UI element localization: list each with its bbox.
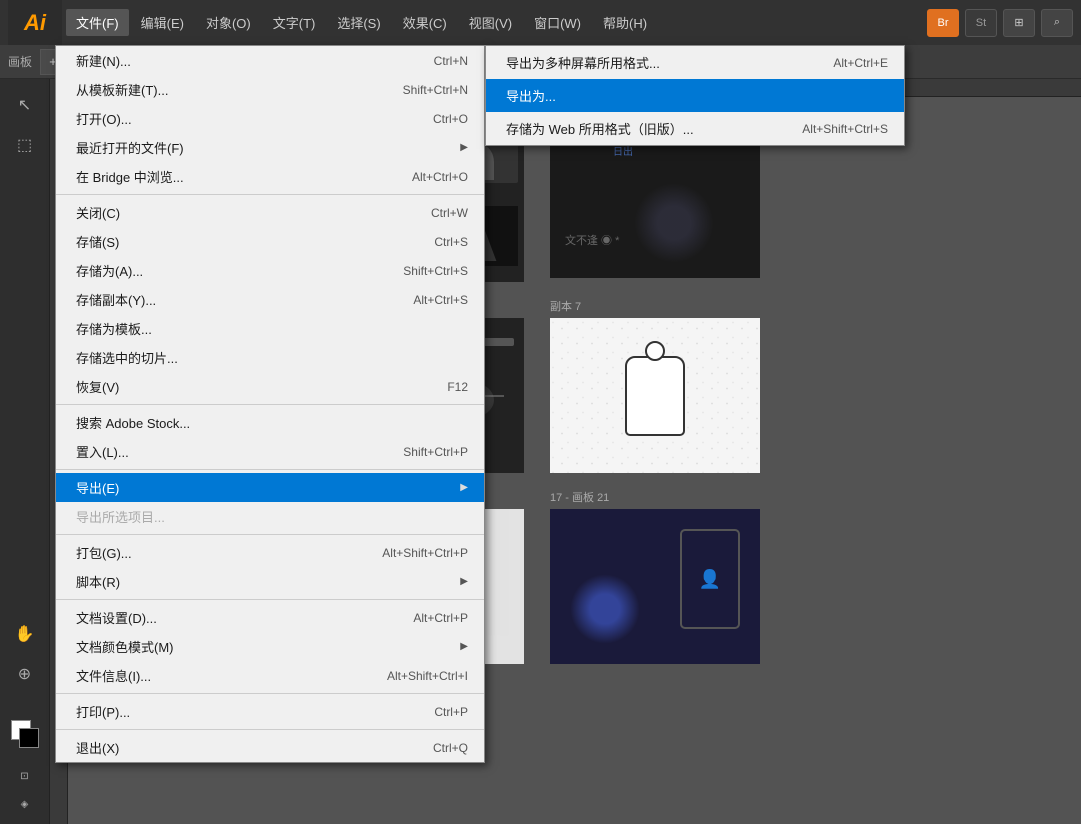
- menu-close[interactable]: 关闭(C) Ctrl+W: [56, 198, 484, 227]
- menu-recent[interactable]: 最近打开的文件(F) ▶: [56, 133, 484, 162]
- separator-4: [56, 534, 484, 535]
- artboard-label-9: 17 - 画板 21: [550, 489, 770, 505]
- workspace-button[interactable]: ⊞: [1003, 9, 1035, 37]
- artboard-cell-9: 17 - 画板 21 👤: [550, 489, 770, 664]
- separator-2: [56, 404, 484, 405]
- artboard-thumb-6[interactable]: [550, 318, 760, 473]
- menu-search-stock[interactable]: 搜索 Adobe Stock...: [56, 408, 484, 437]
- background-color[interactable]: [19, 728, 39, 748]
- menu-package[interactable]: 打包(G)... Alt+Shift+Ctrl+P: [56, 538, 484, 567]
- menu-bridge[interactable]: 在 Bridge 中浏览... Alt+Ctrl+O: [56, 162, 484, 191]
- tool-artboard[interactable]: ⬚: [7, 127, 43, 163]
- menu-color-mode[interactable]: 文档颜色模式(M) ▶: [56, 632, 484, 661]
- artboard-thumb-9[interactable]: 👤: [550, 509, 760, 664]
- tool-zoom[interactable]: ⊕: [7, 656, 43, 692]
- file-menu-dropdown[interactable]: 新建(N)... Ctrl+N 从模板新建(T)... Shift+Ctrl+N…: [55, 45, 485, 763]
- titlebar-right: Br St ⊞ ⌕: [927, 9, 1073, 37]
- separator-7: [56, 729, 484, 730]
- tool-extra2[interactable]: ◈: [7, 792, 43, 816]
- menu-save-template[interactable]: 存储为模板...: [56, 314, 484, 343]
- menu-save-copy[interactable]: 存储副本(Y)... Alt+Ctrl+S: [56, 285, 484, 314]
- menu-new-template[interactable]: 从模板新建(T)... Shift+Ctrl+N: [56, 75, 484, 104]
- menubar: 文件(F) 编辑(E) 对象(O) 文字(T) 选择(S) 效果(C) 视图(V…: [66, 9, 927, 36]
- menu-print[interactable]: 打印(P)... Ctrl+P: [56, 697, 484, 726]
- separator-5: [56, 599, 484, 600]
- save-web[interactable]: 存储为 Web 所用格式（旧版）... Alt+Shift+Ctrl+S: [486, 112, 904, 145]
- menu-item-window[interactable]: 窗口(W): [524, 9, 591, 36]
- menu-item-text[interactable]: 文字(T): [263, 9, 326, 36]
- menu-file-info[interactable]: 文件信息(I)... Alt+Shift+Ctrl+I: [56, 661, 484, 690]
- menu-item-effect[interactable]: 效果(C): [393, 9, 457, 36]
- export-submenu[interactable]: 导出为多种屏幕所用格式... Alt+Ctrl+E 导出为... 存储为 Web…: [485, 45, 905, 146]
- menu-export-selected[interactable]: 导出所选项目...: [56, 502, 484, 531]
- menu-item-file[interactable]: 文件(F): [66, 9, 129, 36]
- menu-item-select[interactable]: 选择(S): [327, 9, 390, 36]
- tool-hand[interactable]: ✋: [7, 616, 43, 652]
- menu-open[interactable]: 打开(O)... Ctrl+O: [56, 104, 484, 133]
- menu-doc-settings[interactable]: 文档设置(D)... Alt+Ctrl+P: [56, 603, 484, 632]
- titlebar: Ai 文件(F) 编辑(E) 对象(O) 文字(T) 选择(S) 效果(C) 视…: [0, 0, 1081, 45]
- tool-extra1[interactable]: ⊡: [7, 764, 43, 788]
- artboard-cell-6: 副本 7: [550, 298, 770, 473]
- search-button[interactable]: ⌕: [1041, 9, 1073, 37]
- left-sidebar: ↖ ⬚ ✋ ⊕ ⊡ ◈: [0, 79, 50, 824]
- menu-place[interactable]: 置入(L)... Shift+Ctrl+P: [56, 437, 484, 466]
- menu-save[interactable]: 存储(S) Ctrl+S: [56, 227, 484, 256]
- separator-1: [56, 194, 484, 195]
- menu-new[interactable]: 新建(N)... Ctrl+N: [56, 46, 484, 75]
- menu-item-object[interactable]: 对象(O): [196, 9, 261, 36]
- artboard-thumb-3[interactable]: 文不逢 ◉ * 日出: [550, 123, 760, 278]
- stock-button[interactable]: St: [965, 9, 997, 37]
- app-logo: Ai: [8, 0, 62, 45]
- toolbar-artboard-label: 画板: [8, 53, 32, 70]
- menu-revert[interactable]: 恢复(V) F12: [56, 372, 484, 401]
- artboard-label-6: 副本 7: [550, 298, 770, 314]
- separator-6: [56, 693, 484, 694]
- export-as[interactable]: 导出为...: [486, 79, 904, 112]
- menu-save-as[interactable]: 存储为(A)... Shift+Ctrl+S: [56, 256, 484, 285]
- separator-3: [56, 469, 484, 470]
- menu-save-selection[interactable]: 存储选中的切片...: [56, 343, 484, 372]
- color-swatch[interactable]: [11, 720, 39, 748]
- menu-item-view[interactable]: 视图(V): [459, 9, 522, 36]
- tool-select[interactable]: ↖: [7, 87, 43, 123]
- menu-item-edit[interactable]: 编辑(E): [131, 9, 194, 36]
- menu-export[interactable]: 导出(E) ▶: [56, 473, 484, 502]
- bridge-button[interactable]: Br: [927, 9, 959, 37]
- menu-item-help[interactable]: 帮助(H): [593, 9, 657, 36]
- menu-quit[interactable]: 退出(X) Ctrl+Q: [56, 733, 484, 762]
- export-screens[interactable]: 导出为多种屏幕所用格式... Alt+Ctrl+E: [486, 46, 904, 79]
- menu-scripts[interactable]: 脚本(R) ▶: [56, 567, 484, 596]
